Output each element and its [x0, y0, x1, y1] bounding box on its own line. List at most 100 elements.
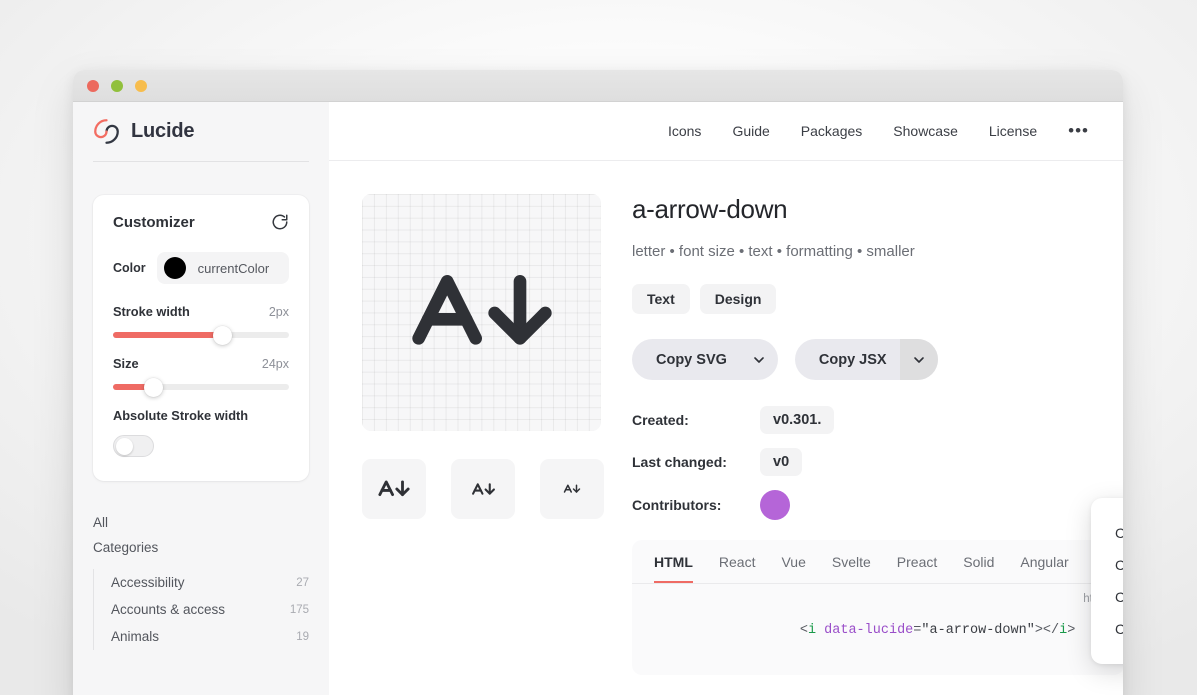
customizer-title: Customizer	[113, 213, 195, 231]
copy-svg-label: Copy SVG	[656, 351, 727, 368]
window-titlebar	[73, 70, 1123, 102]
code-tab-angular[interactable]: Angular	[1020, 540, 1068, 583]
nav-link-showcase[interactable]: Showcase	[893, 123, 958, 139]
chevron-down-icon[interactable]	[899, 339, 938, 380]
window-minimize-button[interactable]	[111, 79, 123, 92]
brand-logo-link[interactable]: Lucide	[93, 102, 309, 161]
copy-svg-button[interactable]: Copy SVG	[632, 339, 778, 380]
sidebar: Lucide Customizer Color currentColor Str…	[73, 102, 329, 695]
size-control: Size 24px	[113, 356, 289, 397]
category-list: Accessibility 27 Accounts & access 175 Anima…	[93, 569, 309, 650]
nav-link-guide[interactable]: Guide	[732, 123, 769, 139]
chevron-down-icon[interactable]	[740, 339, 778, 380]
info-column: a-arrow-down letter • font size • text •…	[632, 194, 1123, 675]
category-count: 27	[296, 576, 309, 589]
color-picker-button[interactable]: currentColor	[156, 252, 289, 284]
top-navigation: Icons Guide Packages Showcase License •••	[329, 102, 1123, 161]
icon-metadata-list: Created: v0.301. Last changed: v0 Contributo…	[632, 406, 1123, 520]
code-token-tag: i	[807, 623, 817, 638]
size-slider-handle[interactable]	[143, 377, 163, 397]
code-tab-solid[interactable]: Solid	[963, 540, 994, 583]
contributor-avatar[interactable]	[760, 490, 790, 520]
metadata-key: Last changed:	[632, 454, 727, 470]
size-value: 24px	[261, 357, 289, 371]
icon-tags: letter • font size • text • formatting •…	[632, 243, 915, 260]
window-maximize-button[interactable]	[135, 79, 147, 92]
menu-item-copy-svelte[interactable]: Copy Svelte	[1091, 581, 1123, 613]
stroke-width-slider-fill	[113, 332, 223, 338]
menu-item-copy-angular[interactable]: Copy Angular	[1091, 613, 1123, 645]
nav-link-icons[interactable]: Icons	[668, 123, 701, 139]
stroke-width-slider[interactable]	[113, 325, 289, 345]
color-swatch[interactable]	[163, 257, 186, 279]
copy-format-dropdown-menu[interactable]: Copy JSXCopy VueCopy SvelteCopy Angular	[1091, 498, 1123, 664]
metadata-key: Contributors:	[632, 497, 722, 513]
refresh-cw-icon[interactable]	[271, 213, 289, 231]
absolute-stroke-width-label: Absolute Stroke width	[113, 408, 249, 423]
sidebar-category-item[interactable]: Accounts & access 175	[111, 596, 309, 623]
code-token-attribute: data-lucide	[824, 623, 914, 638]
copy-jsx-button[interactable]: Copy JSX	[794, 339, 938, 380]
code-tab-vue[interactable]: Vue	[781, 540, 805, 583]
icon-size-thumbnails	[362, 459, 604, 519]
sidebar-category-item[interactable]: Accessibility 27	[111, 569, 309, 596]
preview-column	[362, 194, 604, 675]
code-tab-preact[interactable]: Preact	[897, 540, 937, 583]
toggle-thumb	[116, 437, 133, 455]
stroke-width-slider-handle[interactable]	[212, 325, 232, 345]
category-count: 175	[289, 603, 309, 616]
customizer-header: Customizer	[113, 213, 289, 231]
stroke-width-value: 2px	[268, 305, 289, 319]
sidebar-divider	[93, 161, 309, 162]
code-framework-tabs: HTMLReactVueSveltePreactSolidAngularIc	[632, 540, 1123, 584]
nav-link-license[interactable]: License	[989, 123, 1037, 139]
code-tab-svelte[interactable]: Svelte	[832, 540, 871, 583]
icon-detail-content: a-arrow-down letter • font size • text •…	[329, 161, 1123, 675]
icon-thumbnail-medium[interactable]	[451, 459, 515, 519]
nav-link-packages[interactable]: Packages	[801, 123, 862, 139]
metadata-key: Created:	[632, 412, 689, 428]
desktop-background: Lucide Customizer Color currentColor Str…	[0, 0, 1197, 695]
category-chip-text[interactable]: Text	[632, 284, 690, 314]
metadata-value: v0.301.	[760, 406, 835, 434]
customizer-panel: Customizer Color currentColor Stroke wid…	[93, 195, 309, 481]
size-header: Size 24px	[113, 356, 289, 371]
category-chip-design[interactable]: Design	[699, 284, 777, 314]
absolute-stroke-width-control: Absolute Stroke width	[113, 408, 289, 457]
menu-item-copy-jsx[interactable]: Copy JSX	[1091, 517, 1123, 549]
a-arrow-down-icon	[411, 274, 552, 345]
code-tab-html[interactable]: HTML	[654, 540, 693, 583]
window-close-button[interactable]	[87, 79, 99, 92]
code-token-punct-close: >	[1034, 623, 1043, 638]
icon-thumbnail-small[interactable]	[540, 459, 604, 519]
icon-thumbnail-large[interactable]	[362, 459, 426, 519]
absolute-stroke-width-toggle[interactable]	[113, 435, 154, 457]
menu-item-copy-vue[interactable]: Copy Vue	[1091, 549, 1123, 581]
code-token-string: "a-arrow-down"	[921, 623, 1035, 638]
category-count: 19	[296, 630, 309, 643]
code-snippet[interactable]: <i data-lucide="a-arrow-down"></i>	[654, 608, 1102, 653]
code-token-punct-endopen: </	[1042, 623, 1060, 638]
copy-buttons-row: Copy SVG Copy JSX	[632, 339, 1123, 380]
code-tab-react[interactable]: React	[719, 540, 756, 583]
stroke-width-control: Stroke width 2px	[113, 304, 289, 345]
icon-category-chips: Text Design	[632, 284, 1123, 314]
copy-jsx-label: Copy JSX	[818, 351, 887, 368]
sidebar-nav: All Categories Accessibility 27 Accounts &…	[93, 510, 309, 650]
ellipsis-icon[interactable]: •••	[1068, 122, 1089, 139]
icon-preview-canvas	[362, 194, 601, 431]
metadata-value: v0	[760, 448, 803, 476]
sidebar-category-item[interactable]: Animals 19	[111, 623, 309, 650]
metadata-row: Created: v0.301.	[632, 406, 1123, 434]
code-token-punct: <	[799, 623, 808, 638]
size-slider[interactable]	[113, 377, 289, 397]
category-name: Animals	[111, 629, 160, 644]
color-control: Color currentColor	[113, 252, 289, 284]
size-label: Size	[113, 356, 139, 371]
app-viewport: Lucide Customizer Color currentColor Str…	[73, 102, 1123, 695]
sidebar-item-all[interactable]: All	[93, 510, 309, 535]
category-name: Accounts & access	[111, 602, 226, 617]
sidebar-item-categories[interactable]: Categories	[93, 535, 309, 560]
category-name: Accessibility	[111, 575, 185, 590]
